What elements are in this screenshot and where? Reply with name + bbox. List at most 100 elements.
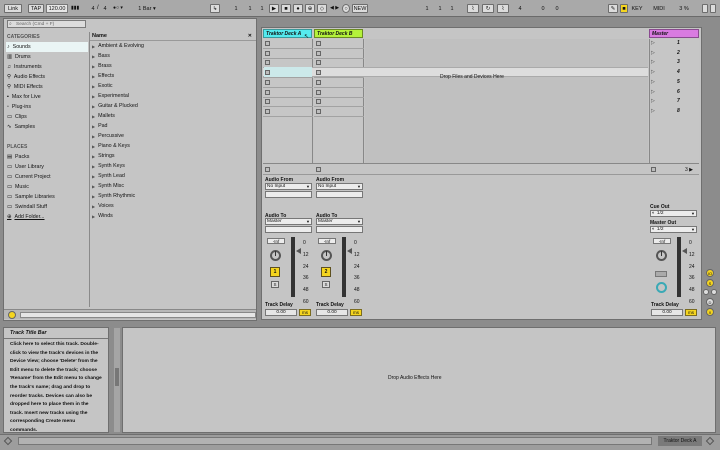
tap-tempo-button[interactable]: TAP — [28, 4, 44, 13]
midi-map-button[interactable]: MIDI — [652, 4, 666, 13]
return-toggle-icon[interactable] — [703, 289, 709, 295]
preview-bar[interactable] — [4, 309, 256, 319]
volume-fader-handle[interactable] — [347, 248, 352, 254]
key-map-indicator[interactable]: ■ — [620, 4, 628, 13]
scene-launch-button[interactable]: ▷ — [651, 108, 655, 114]
delay-toggle-icon[interactable]: D — [706, 298, 714, 306]
stop-clip-b[interactable] — [316, 167, 321, 172]
list-item[interactable]: ▶ Voices — [92, 201, 252, 211]
place-user-library[interactable]: ▭ User Library — [7, 162, 88, 172]
clip-slot-b[interactable] — [316, 79, 321, 85]
scene-launch-button[interactable]: ▷ — [651, 69, 655, 75]
stop-button[interactable]: ■ — [281, 4, 291, 13]
session-record-button[interactable]: ○ — [342, 4, 350, 13]
loop-switch-icon[interactable]: ↻ — [482, 4, 494, 13]
clip-slot-a[interactable] — [265, 108, 270, 114]
list-item[interactable]: ▶ Exotic — [92, 81, 252, 91]
place-current-project[interactable]: ▭ Current Project — [7, 172, 88, 182]
loop-start-bar[interactable]: 1 — [422, 4, 432, 13]
list-item[interactable]: ▶ Effects — [92, 71, 252, 81]
solo-button[interactable]: S — [271, 281, 279, 288]
audio-to-channel-b[interactable] — [316, 226, 363, 233]
list-item[interactable]: ▶ Synth Misc — [92, 181, 252, 191]
volume-field[interactable]: -Inf — [267, 238, 285, 244]
scene-launch-button[interactable]: ▷ — [651, 98, 655, 104]
list-item[interactable]: ▶ Strings — [92, 151, 252, 161]
volume-field[interactable]: -Inf — [318, 238, 336, 244]
clip-slot-a[interactable] — [265, 60, 270, 66]
drop-area-session[interactable] — [365, 39, 648, 163]
ms-toggle-a[interactable]: ms — [299, 309, 311, 316]
category-samples[interactable]: ∿ Samples — [7, 122, 88, 132]
category-sounds[interactable]: ♪ Sounds — [6, 42, 88, 52]
io-toggle-icon[interactable]: IO — [706, 269, 714, 277]
track-activator-button[interactable]: 1 — [270, 267, 280, 277]
re-enable-automation-icon[interactable]: ◀ ▶ — [330, 5, 339, 11]
list-item[interactable]: ▶ Brass — [92, 61, 252, 71]
sends-toggle-icon[interactable]: S — [706, 279, 714, 287]
audio-to-select-b[interactable]: Master ▼ — [316, 218, 363, 225]
category-clips[interactable]: ▭ Clips — [7, 112, 88, 122]
track-delay-value-master[interactable]: 0.00 — [651, 309, 683, 316]
audio-from-select-a[interactable]: No Input ▼ — [265, 183, 312, 190]
audio-to-select-a[interactable]: Master ▼ — [265, 218, 312, 225]
record-button[interactable]: ● — [293, 4, 303, 13]
clip-slot-b[interactable] — [316, 50, 321, 56]
nudge-icon[interactable]: ▮▮▮ — [71, 5, 79, 11]
place-swindall-stuff[interactable]: ▭ Swindall Stuff — [7, 202, 88, 212]
punch-out-icon[interactable]: ⌇ — [497, 4, 509, 13]
master-out-select[interactable]: ◐ 1/2 ▼ — [650, 226, 697, 233]
cue-volume-field[interactable] — [655, 271, 667, 277]
ms-toggle-b[interactable]: ms — [350, 309, 362, 316]
category-max-for-live[interactable]: ▪ Max for Live — [7, 92, 88, 102]
list-item[interactable]: ▶ Piano & Keys — [92, 141, 252, 151]
list-item[interactable]: ▶ Mallets — [92, 111, 252, 121]
place-sample-libraries[interactable]: ▭ Sample Libraries — [7, 192, 88, 202]
ms-toggle-master[interactable]: ms — [685, 309, 697, 316]
category-instruments[interactable]: ♫ Instruments — [7, 62, 88, 72]
list-item[interactable]: ▶ Synth Keys — [92, 161, 252, 171]
name-column-header[interactable]: Name ✕ — [90, 32, 256, 41]
category-audio-effects[interactable]: ⚲ Audio Effects — [7, 72, 88, 82]
clip-slot-a[interactable] — [265, 79, 270, 85]
category-plug-ins[interactable]: ▫ Plug-ins — [7, 102, 88, 112]
volume-fader-handle[interactable] — [682, 248, 687, 254]
track-title-b[interactable]: Traktor Deck B — [314, 29, 363, 38]
list-item[interactable]: ▶ Bass — [92, 51, 252, 61]
preview-headphones-icon[interactable] — [8, 311, 16, 319]
audio-from-select-b[interactable]: No Input ▼ — [316, 183, 363, 190]
category-drums[interactable]: ▥ Drums — [7, 52, 88, 62]
clip-slot-b[interactable] — [316, 60, 321, 66]
scene-launch-button[interactable]: ▷ — [651, 89, 655, 95]
automation-arm-button[interactable]: ◇ — [317, 4, 327, 13]
signature-denominator[interactable]: 4 — [101, 4, 109, 13]
song-position-sixteenth[interactable]: 1 — [257, 4, 267, 13]
song-position-bar[interactable]: 1 — [229, 4, 243, 13]
stop-clip-a[interactable] — [265, 167, 270, 172]
audio-from-channel-b[interactable] — [316, 191, 363, 198]
list-item[interactable]: ▶ Winds — [92, 211, 252, 221]
list-item[interactable]: ▶ Ambient & Evolving — [92, 41, 252, 51]
place-music[interactable]: ▭ Music — [7, 182, 88, 192]
volume-field[interactable]: -Inf — [653, 238, 671, 244]
clip-slot-a[interactable] — [265, 50, 270, 56]
crossfade-toggle-icon[interactable]: X — [706, 308, 714, 316]
loop-length-beat[interactable]: 0 — [538, 4, 548, 13]
scene-launch-button[interactable]: ▷ — [651, 79, 655, 85]
quantize-menu[interactable]: 1 Bar ▾ — [136, 4, 158, 13]
device-fold-icon[interactable] — [115, 368, 119, 386]
follow-arrangement-button[interactable]: ↳ — [210, 4, 220, 13]
link-button[interactable]: Link — [4, 4, 22, 13]
play-button[interactable]: ▶ — [269, 4, 279, 13]
selected-clip-slot-a[interactable] — [264, 67, 312, 77]
clip-slot-b[interactable] — [316, 70, 321, 76]
clip-slot-b[interactable] — [316, 41, 321, 46]
volume-fader-handle[interactable] — [296, 248, 301, 254]
clip-slot-b[interactable] — [316, 99, 321, 105]
list-item[interactable]: ▶ Experimental — [92, 91, 252, 101]
draw-mode-icon[interactable]: ✎ — [608, 4, 618, 13]
place-add-folder[interactable]: ⊕ Add Folder... — [7, 212, 88, 222]
stop-all-clips[interactable] — [651, 167, 656, 172]
browser-divider[interactable] — [89, 32, 90, 307]
loop-start-sixteenth[interactable]: 1 — [448, 4, 456, 13]
